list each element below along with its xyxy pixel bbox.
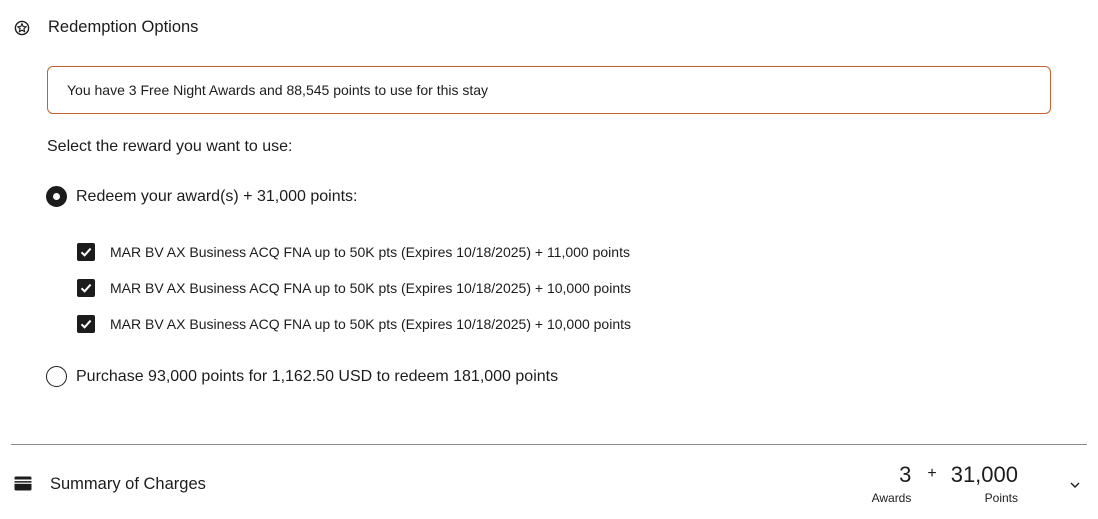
plus-sign: + [927,465,937,482]
redemption-header: Redemption Options [14,17,198,39]
points-caption: Points [984,491,1018,505]
summary-title: Summary of Charges [50,475,206,493]
redeem-awards-radio[interactable] [46,186,67,207]
award-checkbox-row[interactable]: MAR BV AX Business ACQ FNA up to 50K pts… [77,279,631,297]
award-checkbox[interactable] [77,315,95,333]
checkmark-icon [80,319,92,329]
award-checkbox[interactable] [77,243,95,261]
award-label: MAR BV AX Business ACQ FNA up to 50K pts… [110,280,632,296]
checkmark-icon [80,247,92,257]
redeem-awards-option[interactable]: Redeem your award(s) + 31,000 points: [46,186,357,207]
checkmark-icon [80,283,92,293]
wallet-icon [14,476,32,491]
awards-caption: Awards [871,491,912,505]
purchase-points-option[interactable]: Purchase 93,000 points for 1,162.50 USD … [46,366,558,387]
section-title: Redemption Options [48,18,199,36]
award-checkbox-row[interactable]: MAR BV AX Business ACQ FNA up to 50K pts… [77,243,630,261]
points-total: 31,000 Points [951,462,1018,505]
awards-count: 3 [899,462,912,487]
award-label: MAR BV AX Business ACQ FNA up to 50K pts… [110,244,630,260]
purchase-points-label: Purchase 93,000 points for 1,162.50 USD … [76,367,559,385]
awards-total: 3 Awards [872,462,912,505]
totals: 3 Awards + 31,000 Points [872,462,1018,505]
redemption-page: Redemption Options You have 3 Free Night… [0,0,1098,519]
awards-info-banner: You have 3 Free Night Awards and 88,545 … [47,66,1051,114]
summary-of-charges-bar[interactable]: Summary of Charges 3 Awards + 31,000 Poi… [0,445,1098,519]
award-checkbox-row[interactable]: MAR BV AX Business ACQ FNA up to 50K pts… [77,315,631,333]
reward-badge-icon [14,20,30,36]
chevron-down-icon[interactable] [1069,478,1081,490]
award-label: MAR BV AX Business ACQ FNA up to 50K pts… [110,316,632,332]
points-count: 31,000 [950,462,1018,487]
award-checkbox[interactable] [77,279,95,297]
purchase-points-radio[interactable] [46,366,67,387]
reward-prompt: Select the reward you want to use: [47,138,293,155]
redeem-awards-label: Redeem your award(s) + 31,000 points: [76,187,358,205]
awards-info-text: You have 3 Free Night Awards and 88,545 … [67,82,489,98]
